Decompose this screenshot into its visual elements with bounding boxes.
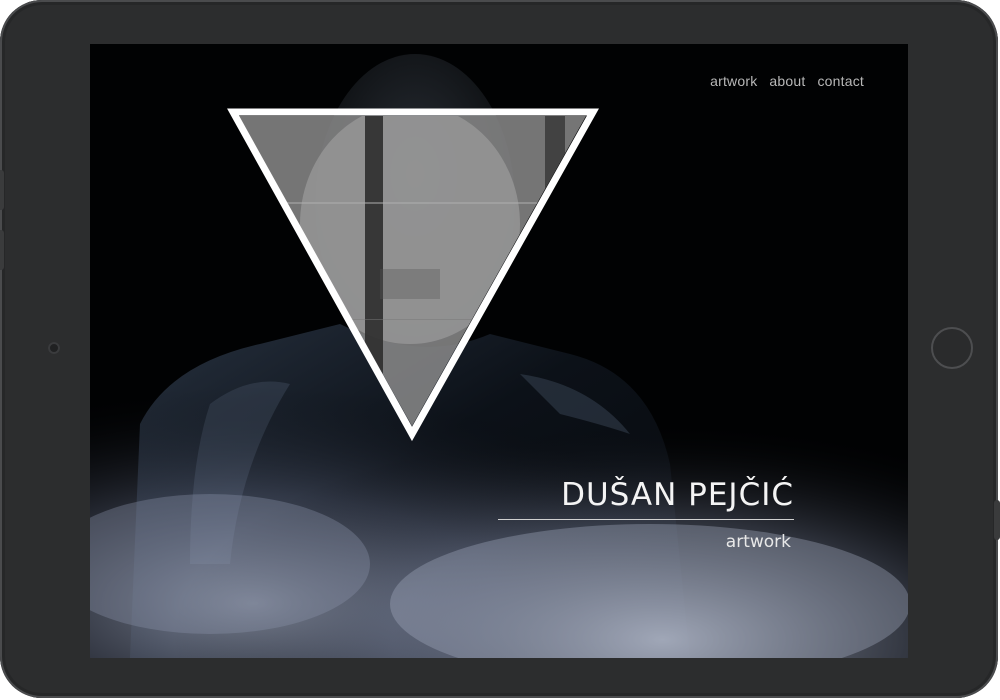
volume-button [0, 170, 4, 210]
nav-item-contact[interactable]: contact [817, 73, 864, 89]
nav-item-about[interactable]: about [769, 73, 805, 89]
hero-title-block: DUŠAN PEJČIĆ artwork [498, 480, 794, 551]
nav-item-artwork[interactable]: artwork [710, 73, 757, 89]
side-button [0, 230, 4, 270]
home-button[interactable] [931, 327, 973, 369]
power-button [994, 500, 1000, 540]
front-camera [48, 342, 60, 354]
hero-subtitle: artwork [725, 532, 791, 552]
artist-name: DUŠAN PEJČIĆ [498, 480, 794, 520]
top-nav: artwork about contact [710, 73, 864, 89]
screen: artwork about contact DUŠAN PEJČIĆ artwo… [90, 44, 908, 658]
hero-image [90, 44, 908, 658]
